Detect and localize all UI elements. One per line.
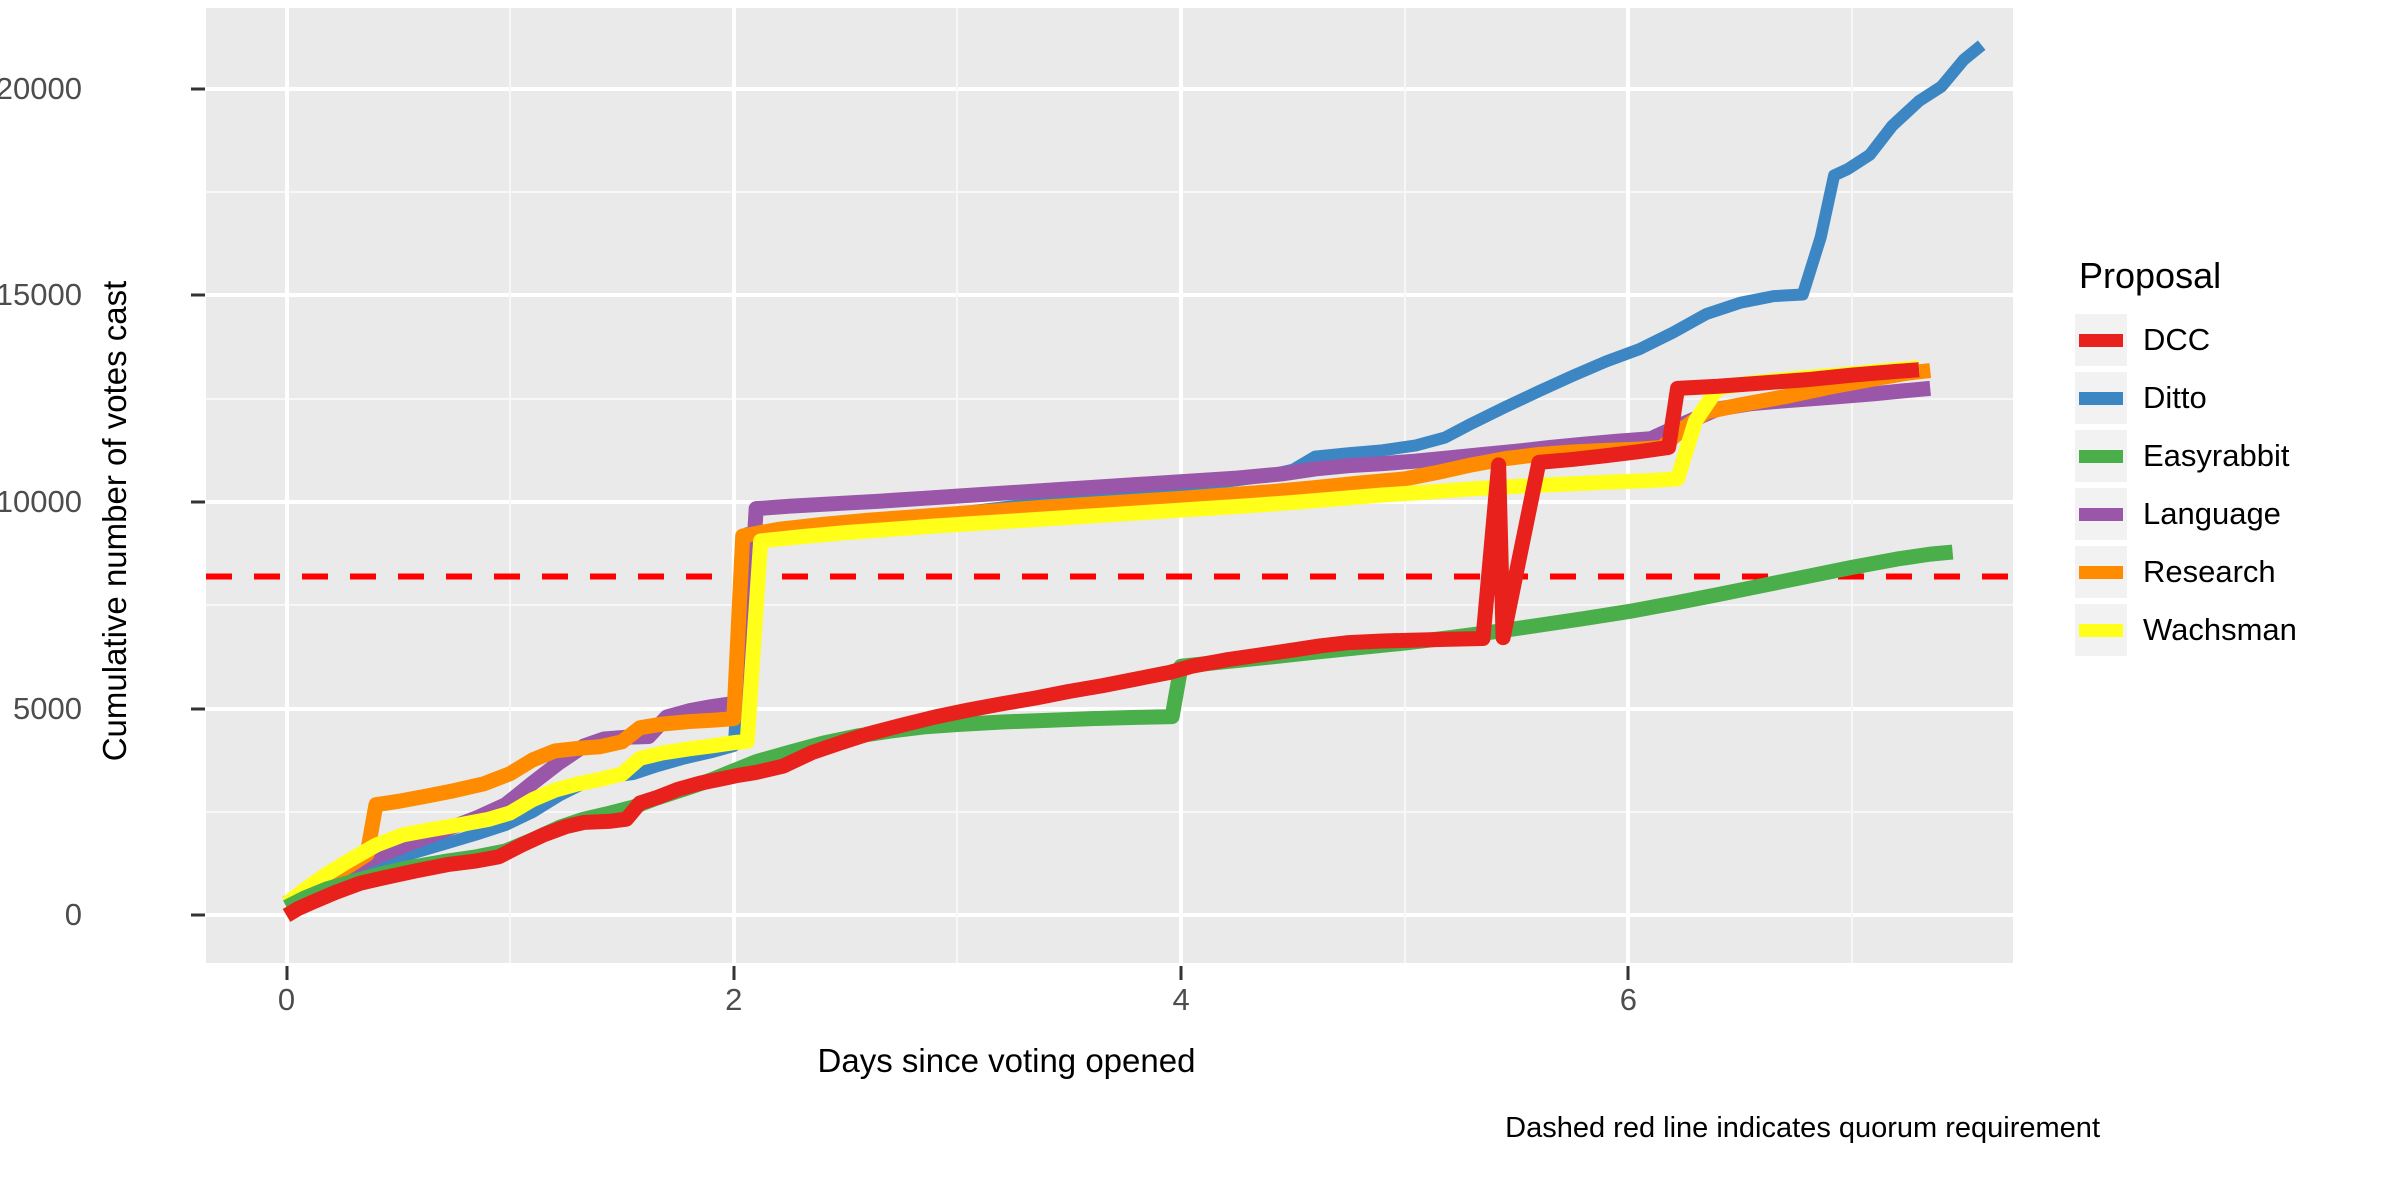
x-axis-tick-mark: [732, 966, 736, 980]
legend-item-dcc[interactable]: DCC: [2075, 311, 2395, 369]
legend-item-label: Ditto: [2143, 380, 2207, 415]
y-axis-tick-label: 5000: [13, 690, 82, 726]
y-axis-tick-label: 20000: [0, 70, 82, 106]
x-axis-tick-label: 2: [725, 982, 743, 1017]
chart-caption: Dashed red line indicates quorum require…: [1505, 1112, 2100, 1144]
legend-color-swatch: [2079, 565, 2123, 579]
y-axis-tick-label: 10000: [0, 484, 82, 520]
y-axis-title: Cumulative number of votes cast: [96, 280, 133, 762]
legend-color-swatch: [2079, 391, 2123, 405]
y-axis-tick-mark: [191, 913, 205, 917]
legend-color-swatch: [2079, 623, 2123, 637]
legend-item-easyrabbit[interactable]: Easyrabbit: [2075, 427, 2395, 485]
chart-root: Cumulative number of votes cast 0 5000 100…: [0, 0, 2400, 1200]
legend-title: Proposal: [2079, 255, 2222, 296]
legend-color-swatch: [2079, 507, 2123, 521]
y-axis-tick-mark: [191, 500, 205, 504]
legend-color-swatch: [2079, 333, 2123, 347]
legend-key-swatch-box: [2075, 430, 2127, 482]
series-layer: [206, 40, 2013, 922]
legend-item-ditto[interactable]: Ditto: [2075, 369, 2395, 427]
y-axis-tick-mark: [191, 707, 205, 711]
plot-panel: [206, 8, 2013, 963]
legend-item-research[interactable]: Research: [2075, 543, 2395, 601]
legend-items: DCC Ditto Easyrabbit Language Research Wachsm…: [2075, 311, 2395, 659]
x-axis-tick-label: 0: [277, 982, 296, 1017]
x-axis-tick-mark: [285, 966, 288, 980]
legend-item-label: Easyrabbit: [2143, 438, 2290, 473]
legend-key-swatch-box: [2075, 314, 2127, 366]
legend: Proposal DCC Ditto Easyrabbit Language Resea…: [2075, 255, 2395, 659]
legend-key-swatch-box: [2075, 546, 2127, 598]
x-axis-tick-label: 4: [1172, 982, 1190, 1017]
y-axis-tick-label: 15000: [0, 277, 82, 313]
y-axis-tick-mark: [191, 87, 205, 91]
legend-item-label: Research: [2143, 554, 2276, 589]
legend-item-label: Wachsman: [2143, 612, 2297, 647]
legend-key-swatch-box: [2075, 372, 2127, 424]
legend-item-label: DCC: [2143, 322, 2211, 357]
x-axis-title: Days since voting opened: [817, 1042, 1196, 1079]
legend-color-swatch: [2079, 449, 2123, 463]
x-axis-tick-label: 6: [1619, 982, 1637, 1017]
y-axis-tick-mark: [191, 293, 205, 297]
series-line-dcc: [282, 362, 1920, 922]
legend-key-swatch-box: [2075, 604, 2127, 656]
legend-item-wachsman[interactable]: Wachsman: [2075, 601, 2395, 659]
legend-key-swatch-box: [2075, 488, 2127, 540]
x-axis-tick-mark: [1626, 966, 1630, 980]
x-axis-tick-mark: [1179, 966, 1183, 980]
series-line-easyrabbit: [283, 544, 1954, 914]
legend-item-label: Language: [2143, 496, 2281, 531]
y-axis-tick-label: 0: [64, 897, 82, 933]
legend-item-language[interactable]: Language: [2075, 485, 2395, 543]
